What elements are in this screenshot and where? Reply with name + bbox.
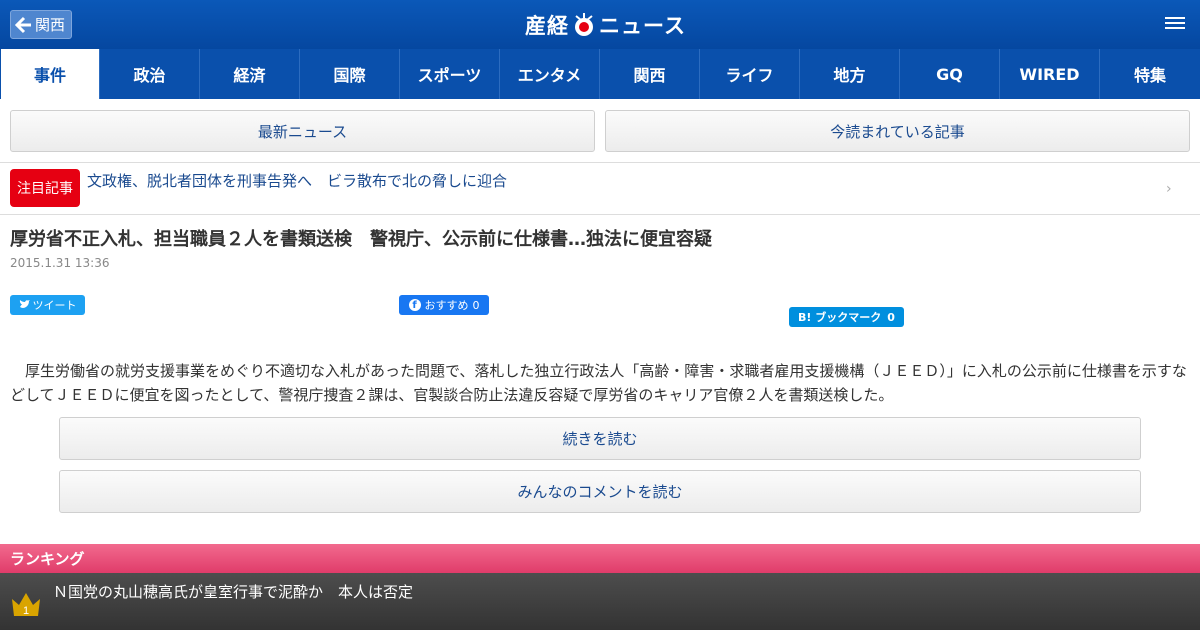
- nav-tab-entame[interactable]: エンタメ: [500, 49, 600, 99]
- tweet-label: ツイート: [32, 299, 77, 312]
- nav-tab-sports[interactable]: スポーツ: [400, 49, 500, 99]
- popular-articles-button[interactable]: 今読まれている記事: [605, 110, 1190, 152]
- nav-tab-seiji[interactable]: 政治: [100, 49, 200, 99]
- logo-text-2: ニュース: [599, 14, 686, 38]
- article-title: 厚労省不正入札、担当職員２人を書類送検 警視庁、公示前に仕様書…独法に便宜容疑: [10, 229, 712, 250]
- hatena-count: 0: [887, 310, 895, 324]
- nav-tab-kansai[interactable]: 関西: [600, 49, 700, 99]
- nav-tab-chiho[interactable]: 地方: [800, 49, 900, 99]
- latest-news-button[interactable]: 最新ニュース: [10, 110, 595, 152]
- back-button[interactable]: 関西: [10, 10, 73, 39]
- read-comments-button[interactable]: みんなのコメントを読む: [59, 470, 1141, 513]
- nav-tab-wired[interactable]: WIRED: [1000, 49, 1100, 99]
- article-body: 厚生労働省の就労支援事業をめぐり不適切な入札があった問題で、落札した独立行政法人…: [10, 362, 1187, 404]
- nav-tab-gq[interactable]: GQ: [900, 49, 1000, 99]
- chevron-right-icon: ›: [1166, 181, 1172, 197]
- ranking-header: ランキング: [0, 544, 1200, 573]
- facebook-icon: f: [408, 299, 421, 311]
- ranking-list: 1 Ｎ国党の丸山穂高氏が皇室行事で泥酔か 本人は否定: [0, 573, 1200, 630]
- featured-link[interactable]: 文政権、脱北者団体を刑事告発へ ビラ散布で北の脅しに迎合: [87, 170, 507, 191]
- logo-text-1: 産経: [525, 14, 569, 38]
- featured-article[interactable]: 注目記事 文政権、脱北者団体を刑事告発へ ビラ散布で北の脅しに迎合 ›: [0, 163, 1200, 215]
- nav-tab-tokushu[interactable]: 特集: [1100, 49, 1200, 99]
- nav-tab-kokusai[interactable]: 国際: [300, 49, 400, 99]
- hatena-label: B! ブックマーク: [798, 311, 882, 324]
- site-header: 関西 産経 ニュース: [0, 0, 1200, 49]
- hamburger-menu-icon[interactable]: [1165, 14, 1185, 34]
- facebook-label: おすすめ: [424, 299, 469, 312]
- category-nav: 事件 政治 経済 国際 スポーツ エンタメ 関西 ライフ 地方 GQ WIRED…: [0, 49, 1200, 99]
- back-label: 関西: [35, 16, 66, 34]
- tweet-button[interactable]: ツイート: [10, 295, 85, 315]
- crown-icon: 1: [12, 593, 40, 617]
- article-date: 2015.1.31 13:36: [10, 256, 110, 270]
- nav-tab-jiken[interactable]: 事件: [0, 49, 100, 99]
- ranking-item-1[interactable]: Ｎ国党の丸山穂高氏が皇室行事で泥酔か 本人は否定: [53, 581, 413, 602]
- facebook-like-button[interactable]: f おすすめ 0: [399, 295, 489, 315]
- sub-button-bar: 最新ニュース 今読まれている記事: [0, 99, 1200, 163]
- logo-mark-icon: [575, 13, 593, 36]
- facebook-count: 0: [472, 298, 480, 312]
- nav-tab-keizai[interactable]: 経済: [200, 49, 300, 99]
- nav-tab-life[interactable]: ライフ: [700, 49, 800, 99]
- twitter-bird-icon: [19, 300, 30, 308]
- hatena-bookmark-button[interactable]: B! ブックマーク 0: [789, 307, 904, 327]
- read-more-button[interactable]: 続きを読む: [59, 417, 1141, 460]
- rank-number: 1: [23, 605, 29, 617]
- site-logo[interactable]: 産経 ニュース: [525, 10, 686, 40]
- featured-badge: 注目記事: [10, 169, 80, 207]
- arrow-left-icon: [15, 16, 31, 33]
